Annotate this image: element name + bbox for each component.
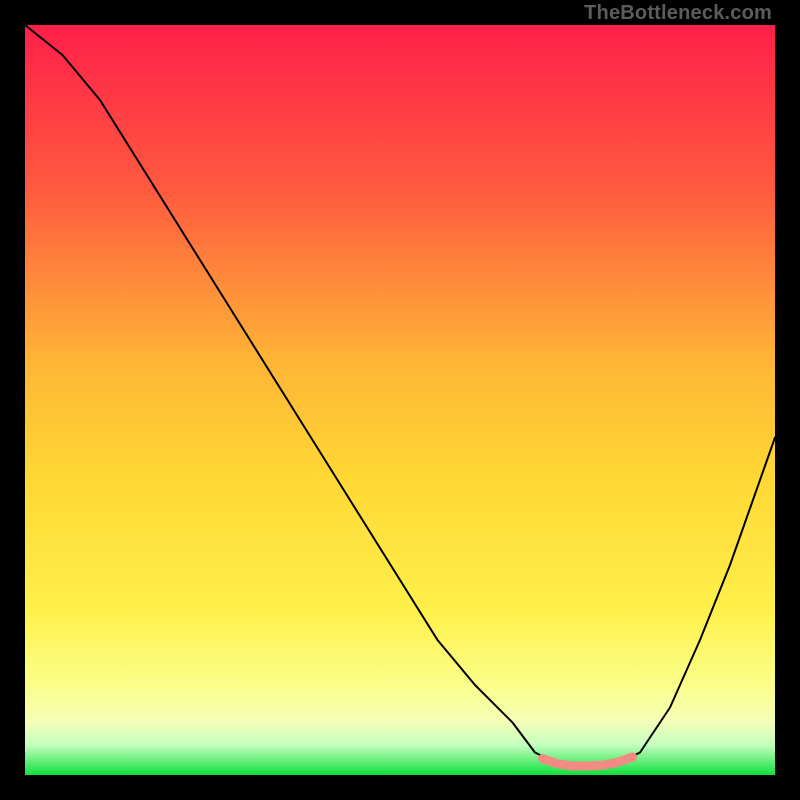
bottleneck-chart (25, 25, 775, 775)
watermark-text: TheBottleneck.com (584, 2, 772, 25)
gradient-background (25, 25, 775, 775)
chart-frame (25, 25, 775, 775)
